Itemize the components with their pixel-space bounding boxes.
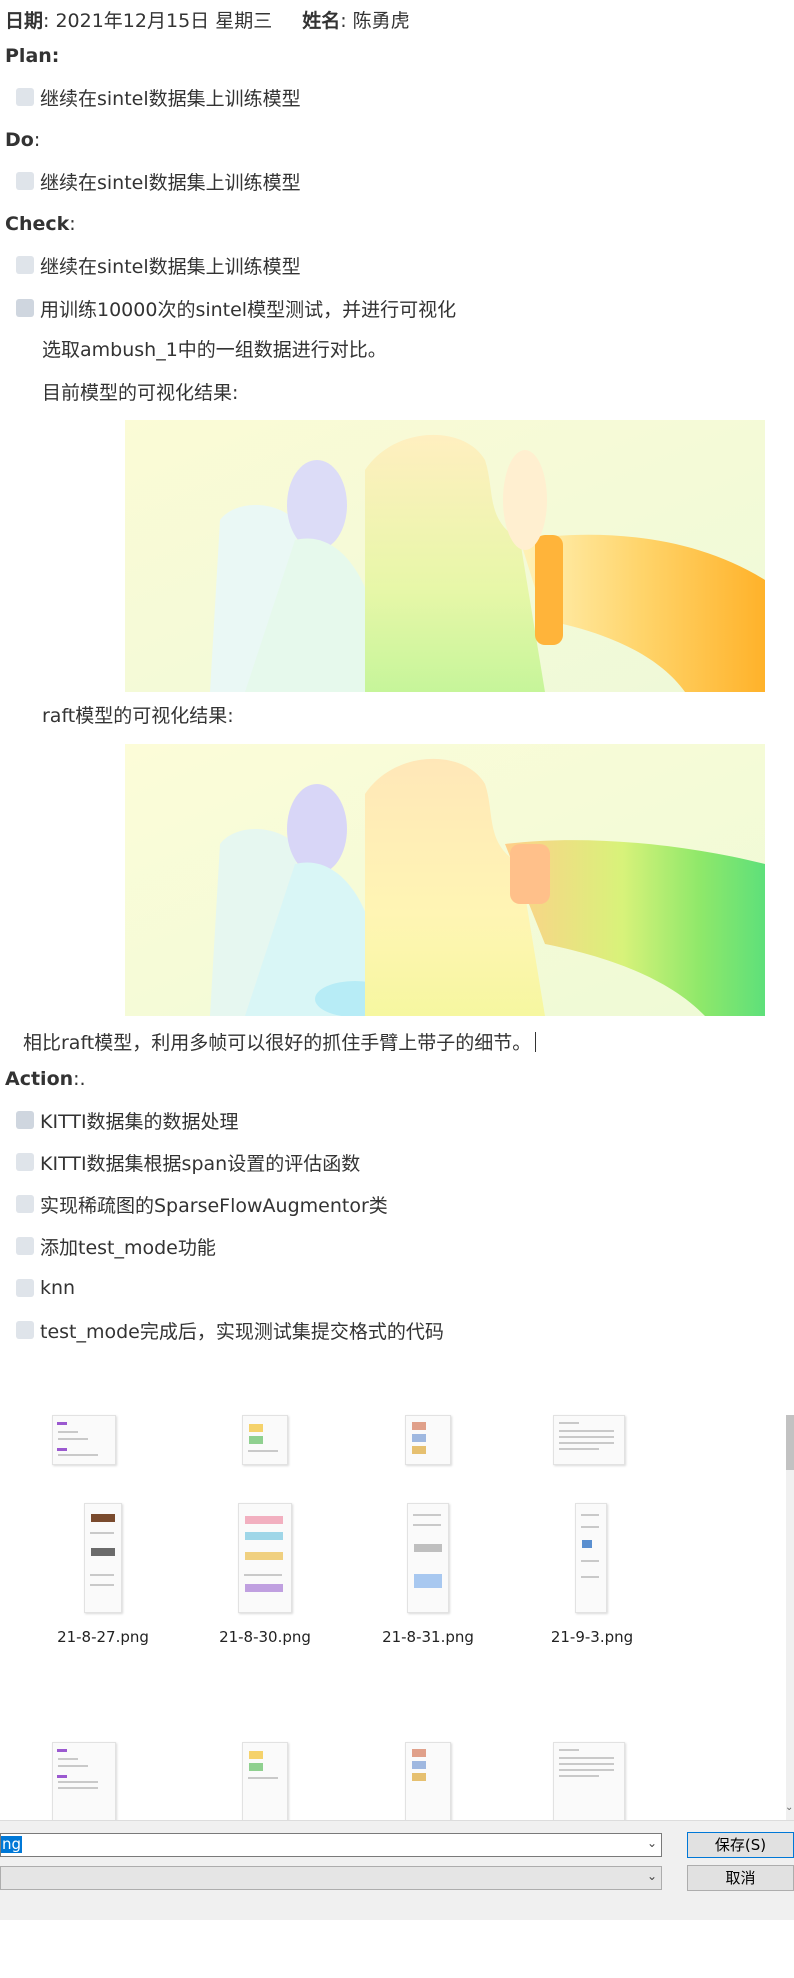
save-dialog-bottom-bar: ng ⌄ ⌄ 保存(S) 取消: [0, 1820, 794, 1921]
file-thumbnail[interactable]: [407, 1503, 449, 1613]
raft-model-label: raft模型的可视化结果:: [42, 705, 234, 727]
raft-model-flow-image: [125, 744, 765, 1016]
check-note: 选取ambush_1中的一组数据进行对比。: [42, 339, 387, 361]
file-thumbnail[interactable]: [242, 1742, 288, 1822]
action-task-text: KITTI数据集的数据处理: [40, 1110, 239, 1133]
file-name[interactable]: 21-8-30.png: [200, 1628, 330, 1646]
scrollbar-thumb[interactable]: [786, 1415, 794, 1470]
file-thumbnail[interactable]: [52, 1415, 116, 1465]
name-label: 姓名: [302, 10, 341, 32]
checkbox[interactable]: [16, 1279, 34, 1297]
do-task[interactable]: 继续在sintel数据集上训练模型: [16, 168, 301, 194]
action-task[interactable]: KITTI数据集根据span设置的评估函数: [16, 1149, 360, 1175]
file-thumbnail[interactable]: [575, 1503, 607, 1613]
vertical-scrollbar[interactable]: [786, 1415, 794, 1820]
file-name[interactable]: 21-8-31.png: [363, 1628, 493, 1646]
current-model-label: 目前模型的可视化结果:: [42, 382, 239, 404]
action-task[interactable]: 添加test_mode功能: [16, 1233, 216, 1259]
cancel-button[interactable]: 取消: [687, 1865, 794, 1891]
plan-heading: Plan:: [5, 45, 60, 67]
file-type-select[interactable]: ⌄: [0, 1866, 662, 1890]
checkbox[interactable]: [16, 1321, 34, 1339]
plan-task[interactable]: 继续在sintel数据集上训练模型: [16, 84, 301, 110]
checkbox[interactable]: [16, 172, 34, 190]
check-heading: Check:: [5, 213, 76, 235]
text-cursor: [535, 1032, 537, 1052]
checkbox[interactable]: [16, 299, 34, 317]
check-task[interactable]: 用训练10000次的sintel模型测试，并进行可视化: [16, 295, 456, 321]
chevron-down-icon[interactable]: ⌄: [647, 1869, 657, 1883]
current-model-flow-image: [125, 420, 765, 692]
action-task[interactable]: test_mode完成后，实现测试集提交格式的代码: [16, 1317, 444, 1343]
blank-area: [0, 1920, 794, 1978]
checkbox[interactable]: [16, 1153, 34, 1171]
check-task[interactable]: 继续在sintel数据集上训练模型: [16, 252, 301, 278]
chevron-down-icon[interactable]: ⌄: [647, 1836, 657, 1850]
conclusion-text[interactable]: 相比raft模型，利用多帧可以很好的抓住手臂上带子的细节。: [23, 1030, 537, 1056]
checkbox[interactable]: [16, 1195, 34, 1213]
action-task-text: test_mode完成后，实现测试集提交格式的代码: [40, 1320, 444, 1343]
action-task-text: 添加test_mode功能: [40, 1236, 216, 1259]
filename-input[interactable]: ng ⌄: [0, 1833, 662, 1857]
filename-selected-text: ng: [1, 1835, 23, 1853]
date-label: 日期: [5, 10, 44, 32]
action-task[interactable]: KITTI数据集的数据处理: [16, 1107, 239, 1133]
action-task-text: 实现稀疏图的SparseFlowAugmentor类: [40, 1194, 388, 1217]
file-thumbnail[interactable]: [238, 1503, 292, 1613]
date-value: : 2021年12月15日 星期三: [43, 10, 273, 32]
file-thumbnail[interactable]: [553, 1742, 625, 1822]
file-thumbnail[interactable]: [52, 1742, 116, 1822]
name-value: : 陈勇虎: [340, 10, 410, 32]
file-name[interactable]: 21-9-3.png: [527, 1628, 657, 1646]
file-thumbnail[interactable]: [84, 1503, 122, 1613]
checkbox[interactable]: [16, 88, 34, 106]
check-task-text: 继续在sintel数据集上训练模型: [40, 255, 301, 278]
file-thumbnail[interactable]: [405, 1742, 451, 1822]
do-heading: Do:: [5, 129, 41, 151]
do-task-text: 继续在sintel数据集上训练模型: [40, 171, 301, 194]
check-task-text: 用训练10000次的sintel模型测试，并进行可视化: [40, 298, 457, 321]
plan-task-text: 继续在sintel数据集上训练模型: [40, 87, 301, 110]
scroll-down-arrow-icon[interactable]: ⌄: [785, 1802, 793, 1813]
action-task-text: knn: [40, 1277, 76, 1299]
checkbox[interactable]: [16, 1111, 34, 1129]
action-heading: Action:.: [5, 1068, 86, 1090]
action-task-text: KITTI数据集根据span设置的评估函数: [40, 1152, 361, 1175]
file-thumbnail[interactable]: [553, 1415, 625, 1465]
file-name[interactable]: 21-8-27.png: [38, 1628, 168, 1646]
file-thumbnail[interactable]: [405, 1415, 451, 1465]
file-thumbnail[interactable]: [242, 1415, 288, 1465]
save-button[interactable]: 保存(S): [687, 1832, 794, 1858]
action-task[interactable]: knn: [16, 1275, 75, 1301]
checkbox[interactable]: [16, 256, 34, 274]
checkbox[interactable]: [16, 1237, 34, 1255]
header-line: 日期: 2021年12月15日 星期三 姓名: 陈勇虎: [5, 8, 410, 34]
file-dialog-thumbnail-pane: 21-8-27.png 21-8-30.png 21-8-31.png 21-9…: [0, 1385, 794, 1822]
action-task[interactable]: 实现稀疏图的SparseFlowAugmentor类: [16, 1191, 388, 1217]
